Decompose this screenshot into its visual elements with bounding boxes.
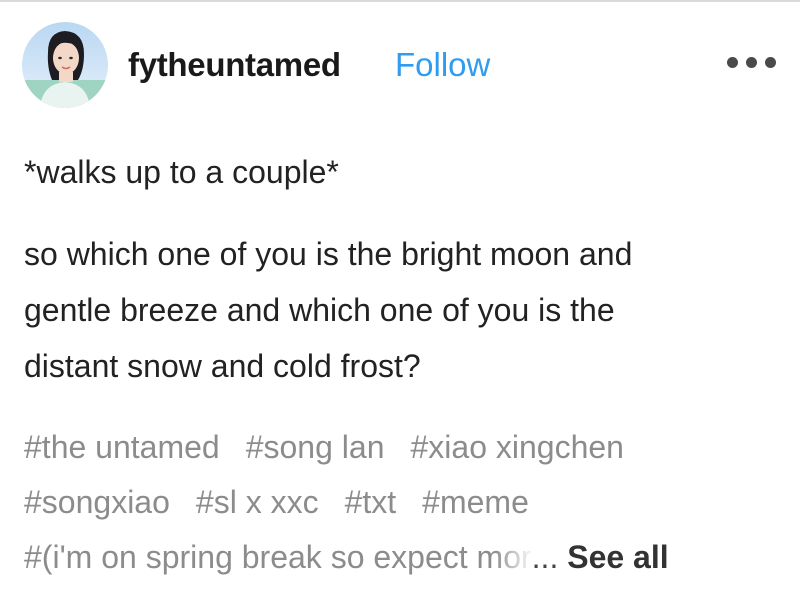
more-dot [765,56,776,68]
follow-button[interactable]: Follow [395,46,490,84]
tag[interactable]: #txt [345,484,397,520]
tag-row: #(i'm on spring break so expect mor... S… [24,530,669,585]
tag-row: #songxiao #sl x xxc #txt #meme [24,475,669,530]
tag-row: #the untamed #song lan #xiao xingchen [24,420,669,475]
avatar-image [22,22,108,108]
see-all-tags-link[interactable]: See all [567,539,668,575]
avatar[interactable] [22,22,108,108]
post-body-paragraph: so which one of you is the bright moon a… [24,226,632,394]
post-body-line: gentle breeze and which one of you is th… [24,292,615,328]
top-divider [0,0,800,2]
tag-truncated[interactable]: #(i'm on spring break so expect mor [24,530,534,585]
more-dot [727,56,738,68]
username[interactable]: fytheuntamed [128,46,341,84]
tag[interactable]: #songxiao [24,484,170,520]
post-body-line: so which one of you is the bright moon a… [24,236,633,272]
tag[interactable]: #sl x xxc [196,484,319,520]
tag-ellipsis: ... [531,539,559,575]
post-body-line: distant snow and cold frost? [24,348,421,384]
more-options-icon[interactable] [727,52,787,72]
post-header: fytheuntamed Follow [22,22,782,110]
tag[interactable]: #song lan [246,429,385,465]
tag[interactable]: #meme [422,484,529,520]
more-dot [746,56,757,68]
tag[interactable]: #xiao xingchen [410,429,623,465]
tag-list: #the untamed #song lan #xiao xingchen #son… [24,420,669,585]
tag[interactable]: #the untamed [24,429,220,465]
post-body-line: *walks up to a couple* [24,154,339,190]
